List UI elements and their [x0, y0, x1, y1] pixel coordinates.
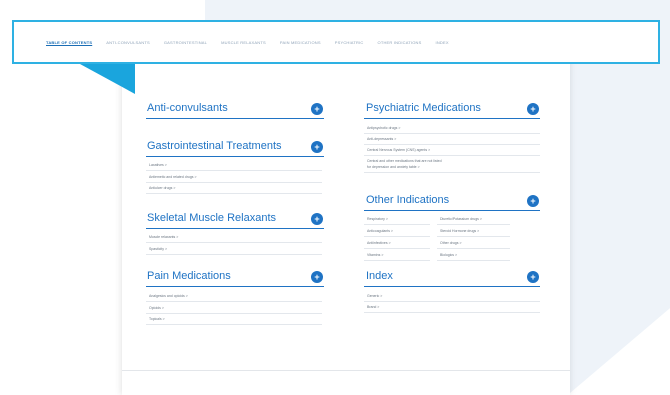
- item-divider: [146, 182, 322, 183]
- item-divider: [146, 313, 322, 314]
- item-divider: [437, 236, 510, 237]
- list-item[interactable]: Opioids >: [149, 306, 164, 310]
- section-title-other-indications[interactable]: Other Indications: [366, 194, 449, 206]
- item-divider: [364, 133, 540, 134]
- list-item[interactable]: Biologics >: [440, 253, 457, 257]
- section-title-gastrointestinal[interactable]: Gastrointestinal Treatments: [147, 140, 282, 152]
- list-item[interactable]: Topicals >: [149, 317, 165, 321]
- list-item[interactable]: Antiulcer drugs >: [149, 186, 175, 190]
- section-title-skeletal-muscle[interactable]: Skeletal Muscle Relaxants: [147, 212, 276, 224]
- nav-muscle-relaxants[interactable]: MUSCLE RELAXANTS: [221, 40, 266, 45]
- list-item[interactable]: Spasticity >: [149, 247, 167, 251]
- list-item[interactable]: Anticoagulants >: [367, 229, 393, 233]
- expand-other-indications-button[interactable]: +: [527, 195, 539, 207]
- section-title-pain-medications[interactable]: Pain Medications: [147, 270, 231, 282]
- list-item[interactable]: Antiinfectives >: [367, 241, 391, 245]
- list-item[interactable]: Analgesics and opioids >: [149, 294, 188, 298]
- item-divider: [146, 170, 322, 171]
- item-divider: [146, 324, 322, 325]
- nav-other-indications[interactable]: OTHER INDICATIONS: [378, 40, 422, 45]
- list-item[interactable]: Other drugs >: [440, 241, 462, 245]
- list-item[interactable]: Central Nervous System (CNS) agents >: [367, 148, 430, 152]
- list-item[interactable]: Vitamins >: [367, 253, 383, 257]
- item-divider: [437, 248, 510, 249]
- item-divider: [146, 254, 322, 255]
- section-divider: [364, 286, 540, 287]
- list-item[interactable]: Steroid Hormone drugs >: [440, 229, 479, 233]
- page-footer-divider: [122, 370, 570, 371]
- item-divider: [437, 260, 510, 261]
- item-divider: [364, 155, 540, 156]
- item-divider: [364, 301, 540, 302]
- list-item[interactable]: Anti-depressants >: [367, 137, 396, 141]
- list-item[interactable]: for depression and anxiety table >: [367, 165, 420, 169]
- section-title-psychiatric[interactable]: Psychiatric Medications: [366, 102, 481, 114]
- section-divider: [146, 228, 324, 229]
- item-divider: [146, 193, 322, 194]
- expand-psychiatric-button[interactable]: +: [527, 103, 539, 115]
- item-divider: [437, 224, 510, 225]
- item-divider: [364, 248, 430, 249]
- expand-pain-medications-button[interactable]: +: [311, 271, 323, 283]
- list-item[interactable]: Antiemetic and related drugs >: [149, 175, 197, 179]
- top-navigation-bar: TABLE OF CONTENTS ANTI-CONVULSANTS GASTR…: [12, 20, 660, 64]
- list-item[interactable]: Respiratory >: [367, 217, 388, 221]
- section-divider: [146, 286, 324, 287]
- nav-pain-medications[interactable]: PAIN MEDICATIONS: [280, 40, 321, 45]
- section-title-anti-convulsants[interactable]: Anti-convulsants: [147, 102, 228, 114]
- expand-skeletal-muscle-button[interactable]: +: [311, 213, 323, 225]
- section-divider: [146, 118, 324, 119]
- item-divider: [364, 312, 540, 313]
- item-divider: [364, 144, 540, 145]
- expand-anti-convulsants-button[interactable]: +: [311, 103, 323, 115]
- section-divider: [146, 156, 324, 157]
- nav-anti-convulsants[interactable]: ANTI-CONVULSANTS: [106, 40, 150, 45]
- list-item[interactable]: Diuretic/Potassium drugs >: [440, 217, 482, 221]
- list-item[interactable]: Brand >: [367, 305, 379, 309]
- section-title-index[interactable]: Index: [366, 270, 393, 282]
- item-divider: [146, 301, 322, 302]
- item-divider: [364, 260, 430, 261]
- expand-index-button[interactable]: +: [527, 271, 539, 283]
- expand-gastrointestinal-button[interactable]: +: [311, 141, 323, 153]
- list-item[interactable]: Central and other medications that are n…: [367, 159, 442, 163]
- list-item[interactable]: Laxatives >: [149, 163, 167, 167]
- nav-psychiatric[interactable]: PSYCHIATRIC: [335, 40, 364, 45]
- list-item[interactable]: Antipsychotic drugs >: [367, 126, 400, 130]
- item-divider: [364, 224, 430, 225]
- nav-table-of-contents[interactable]: TABLE OF CONTENTS: [46, 40, 92, 45]
- section-divider: [364, 210, 540, 211]
- list-item[interactable]: Muscle relaxants >: [149, 235, 178, 239]
- list-item[interactable]: Generic >: [367, 294, 382, 298]
- nav-index[interactable]: INDEX: [436, 40, 449, 45]
- item-divider: [146, 242, 322, 243]
- item-divider: [364, 172, 540, 173]
- section-divider: [364, 118, 540, 119]
- nav-gastrointestinal[interactable]: GASTROINTESTINAL: [164, 40, 207, 45]
- item-divider: [364, 236, 430, 237]
